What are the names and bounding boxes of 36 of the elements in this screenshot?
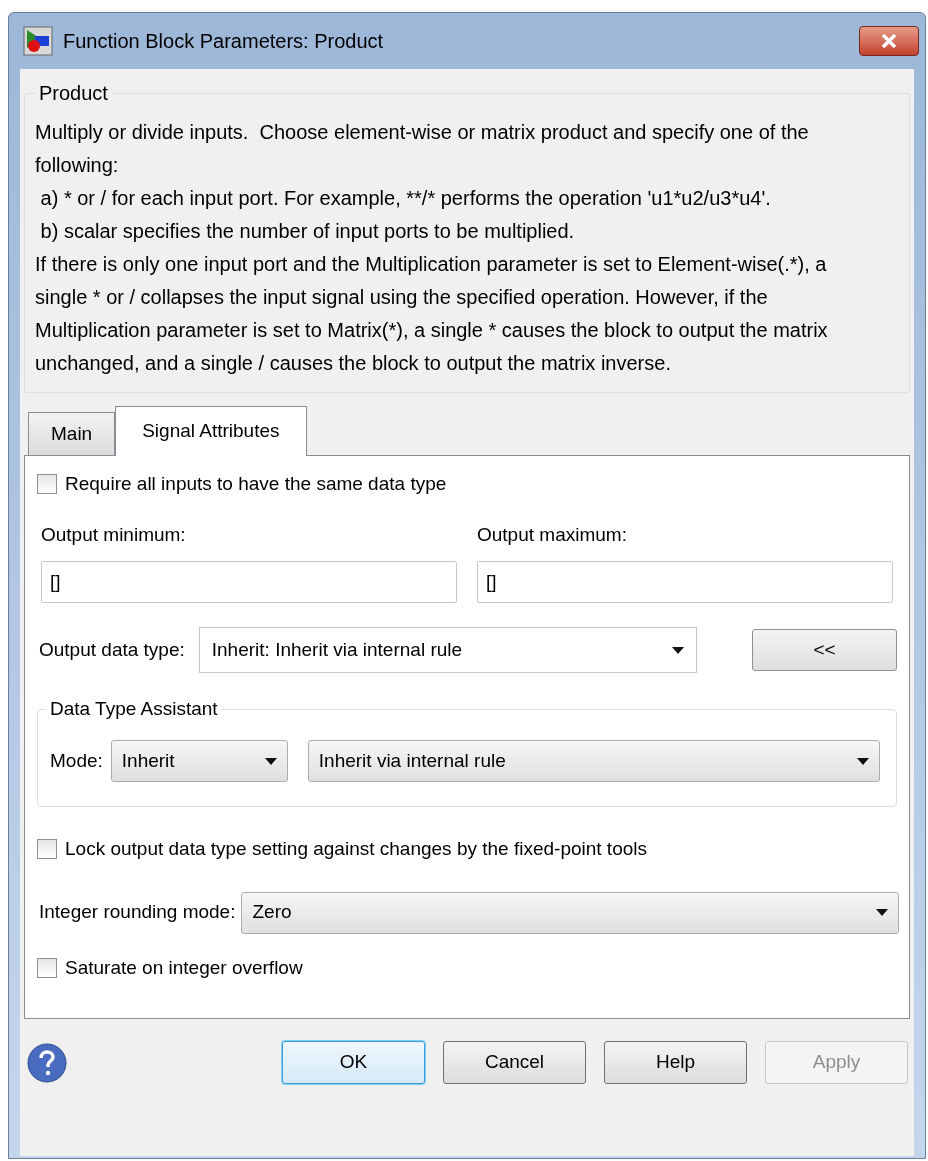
field-label: Output data type: bbox=[39, 637, 185, 662]
close-icon bbox=[881, 34, 897, 48]
checkbox-label: Saturate on integer overflow bbox=[65, 955, 303, 980]
block-diagram-icon bbox=[23, 26, 53, 56]
window-title: Function Block Parameters: Product bbox=[63, 29, 384, 54]
close-button[interactable] bbox=[859, 26, 919, 56]
description-text: b) scalar specifies the number of input ports to be multiplied. bbox=[39, 219, 576, 244]
input-field[interactable]: [] bbox=[41, 561, 457, 603]
input-field[interactable]: [] bbox=[477, 561, 893, 603]
caret-icon bbox=[264, 757, 277, 765]
description-text: If there is only one input port and the Multiplication parameter is set to Element-wise(.*), a single * or / collapses the input signal using the specified operation. However, if the Multiplication parameter is set to Matrix(*), a single * causes the block to output the matrix unchanged, and a single / causes the block to output the matrix inverse. bbox=[35, 252, 829, 376]
dialog-button[interactable]: OK bbox=[282, 1041, 425, 1084]
field-label: Output minimum: bbox=[41, 522, 187, 547]
caret-icon bbox=[876, 909, 888, 916]
field-label: Mode: bbox=[50, 748, 103, 773]
dialog-button[interactable]: Cancel bbox=[443, 1041, 586, 1084]
dialog-button[interactable]: Help bbox=[604, 1041, 747, 1084]
checkbox[interactable] bbox=[37, 474, 57, 495]
checkbox-label: Require all inputs to have the same data type bbox=[65, 472, 447, 496]
dropdown[interactable]: Inherit via internal rule bbox=[307, 740, 880, 782]
help-icon[interactable] bbox=[26, 1041, 68, 1084]
description-text: a) * or / for each input port. For example, **/* performs the operation 'u1*u2/u3*u4'. bbox=[39, 186, 772, 211]
field-label: Output maximum: bbox=[477, 522, 628, 547]
tab[interactable]: Main bbox=[28, 412, 116, 455]
description-text: Multiply or divide inputs. Choose element-wise or matrix product and specify one of the following: bbox=[35, 120, 810, 178]
caret-icon bbox=[671, 646, 684, 654]
tab[interactable]: Signal Attributes bbox=[115, 406, 307, 456]
field-label: Integer rounding mode: bbox=[39, 900, 236, 925]
caret-icon bbox=[857, 757, 869, 765]
collapse-button[interactable]: << bbox=[752, 629, 897, 671]
checkbox[interactable] bbox=[37, 957, 57, 978]
checkbox-label: Lock output data type setting against changes by the fixed-point tools bbox=[65, 837, 647, 861]
dropdown[interactable]: Inherit: Inherit via internal rule bbox=[198, 627, 697, 673]
dropdown[interactable]: Zero bbox=[241, 891, 899, 934]
checkbox[interactable] bbox=[37, 839, 57, 860]
dropdown[interactable]: Inherit bbox=[110, 740, 288, 782]
